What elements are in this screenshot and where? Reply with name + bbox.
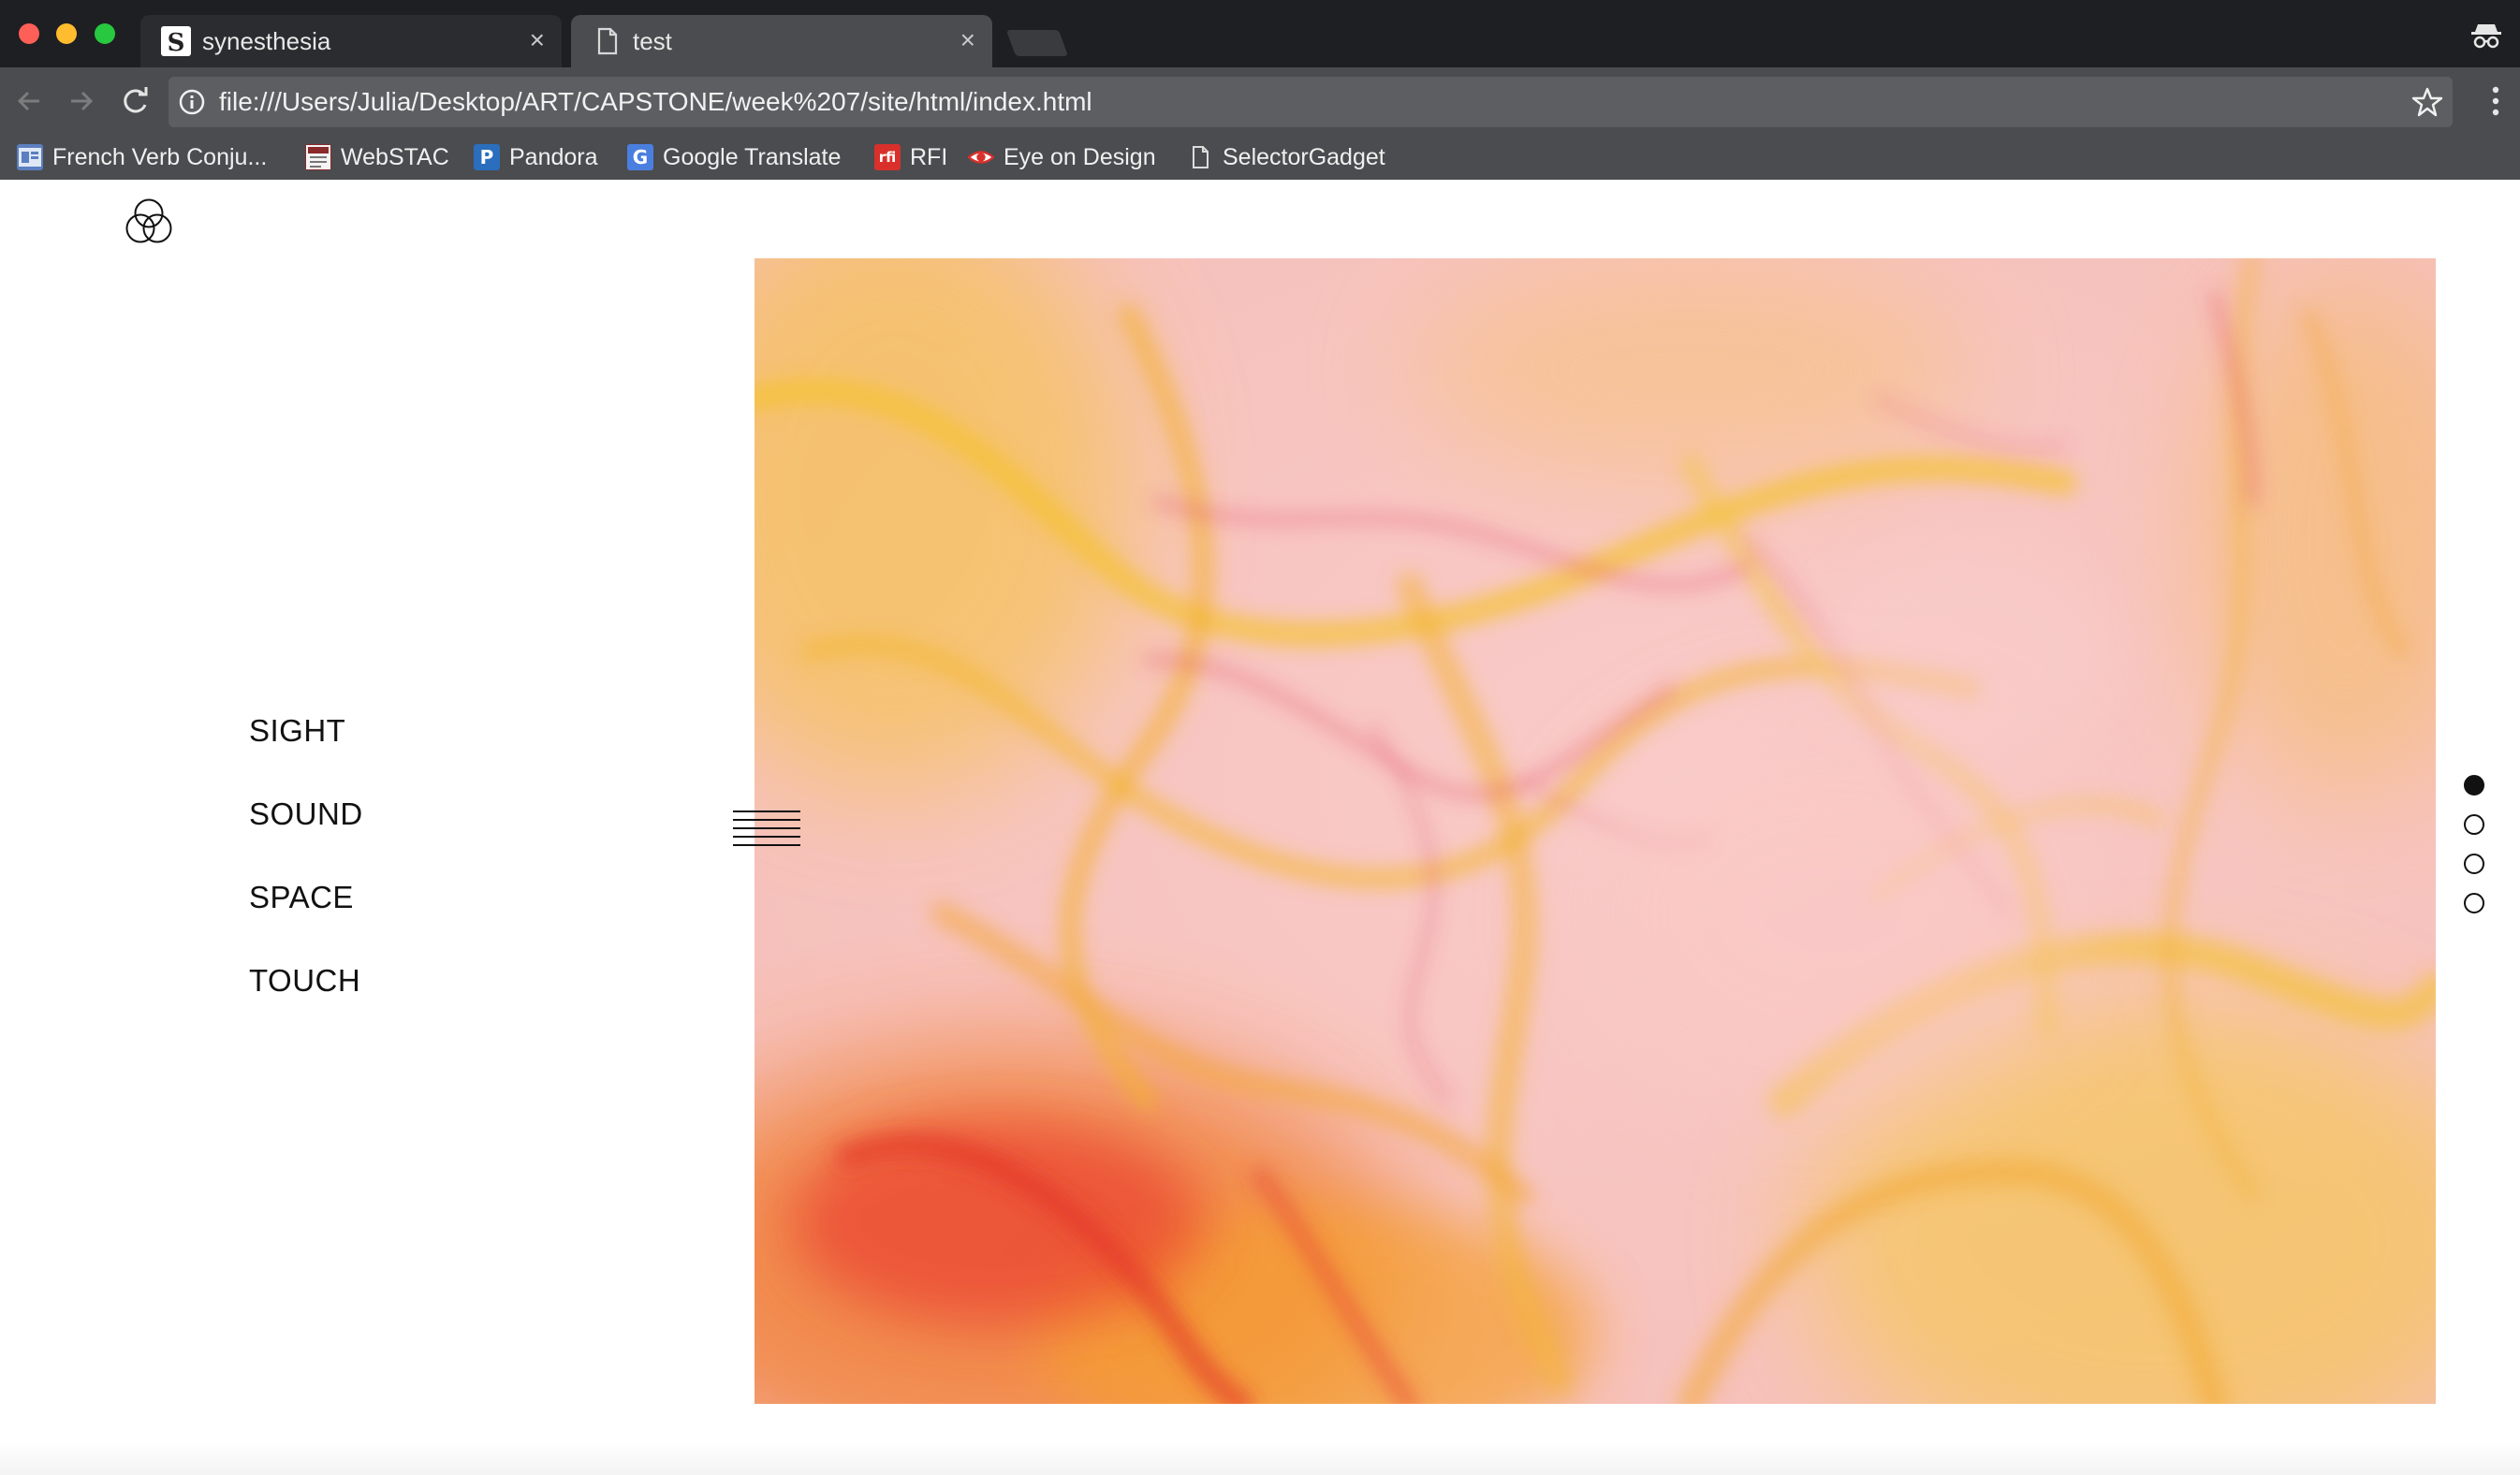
page-footer-shadow (0, 1441, 2520, 1475)
incognito-icon[interactable] (2469, 17, 2503, 51)
carousel-dot-1[interactable] (2464, 775, 2484, 796)
carousel-dot-2[interactable] (2464, 814, 2484, 835)
bookmark-google-translate[interactable]: G Google Translate (627, 140, 841, 174)
new-tab-button[interactable] (1005, 30, 1069, 56)
menu-hamburger-icon[interactable] (733, 810, 800, 847)
bookmark-rfi[interactable]: rfi RFI (874, 140, 947, 174)
tab-synesthesia[interactable]: S synesthesia × (140, 15, 562, 67)
minimize-window-button[interactable] (56, 23, 77, 44)
bookmark-star-icon[interactable] (2411, 86, 2443, 118)
synesthesia-favicon-icon: S (161, 26, 191, 57)
webstac-icon (305, 144, 331, 170)
bookmark-selectorgadget[interactable]: SelectorGadget (1187, 140, 1385, 174)
nav-space[interactable]: SPACE (249, 880, 354, 915)
fr-icon (17, 144, 43, 170)
url-text[interactable]: file:///Users/Julia/Desktop/ART/CAPSTONE… (219, 87, 1092, 117)
reload-icon[interactable] (116, 82, 154, 120)
bookmark-eye-on-design[interactable]: Eye on Design (968, 140, 1156, 174)
google-translate-icon: G (627, 144, 653, 170)
hero-image (755, 258, 2436, 1404)
tab-close-icon[interactable]: × (530, 26, 545, 54)
bookmarks-bar: French Verb Conju... WebSTAC P Pandora G… (0, 135, 2520, 180)
tab-title: synesthesia (202, 27, 331, 55)
eye-icon (968, 144, 994, 170)
carousel-dot-4[interactable] (2464, 893, 2484, 913)
maximize-window-button[interactable] (95, 23, 115, 44)
pandora-icon: P (474, 144, 500, 170)
nav-sound[interactable]: SOUND (249, 796, 363, 832)
synesthesia-logo-icon[interactable] (120, 193, 178, 251)
bookmark-french-verb[interactable]: French Verb Conju... (17, 140, 267, 174)
back-arrow-icon[interactable] (11, 82, 49, 120)
forward-arrow-icon[interactable] (62, 82, 99, 120)
nav-touch[interactable]: TOUCH (249, 963, 360, 999)
info-icon[interactable] (178, 88, 206, 116)
menu-kebab-icon[interactable] (2490, 84, 2501, 118)
address-bar[interactable]: file:///Users/Julia/Desktop/ART/CAPSTONE… (168, 77, 2453, 127)
browser-toolbar: file:///Users/Julia/Desktop/ART/CAPSTONE… (0, 67, 2520, 135)
tab-title: test (633, 27, 672, 55)
carousel-dot-3[interactable] (2464, 854, 2484, 874)
page-icon (1187, 144, 1213, 170)
svg-text:S: S (168, 29, 185, 56)
tab-test[interactable]: test × (571, 15, 992, 67)
page-icon (592, 26, 622, 56)
bookmark-webstac[interactable]: WebSTAC (305, 140, 449, 174)
rfi-icon: rfi (874, 144, 901, 170)
bookmark-pandora[interactable]: P Pandora (474, 140, 598, 174)
web-page: SIGHT SOUND SPACE TOUCH (0, 180, 2520, 1475)
close-window-button[interactable] (19, 23, 39, 44)
nav-sight[interactable]: SIGHT (249, 713, 345, 749)
tab-close-icon[interactable]: × (960, 26, 975, 54)
browser-tab-bar: S synesthesia × test × (0, 0, 2520, 67)
